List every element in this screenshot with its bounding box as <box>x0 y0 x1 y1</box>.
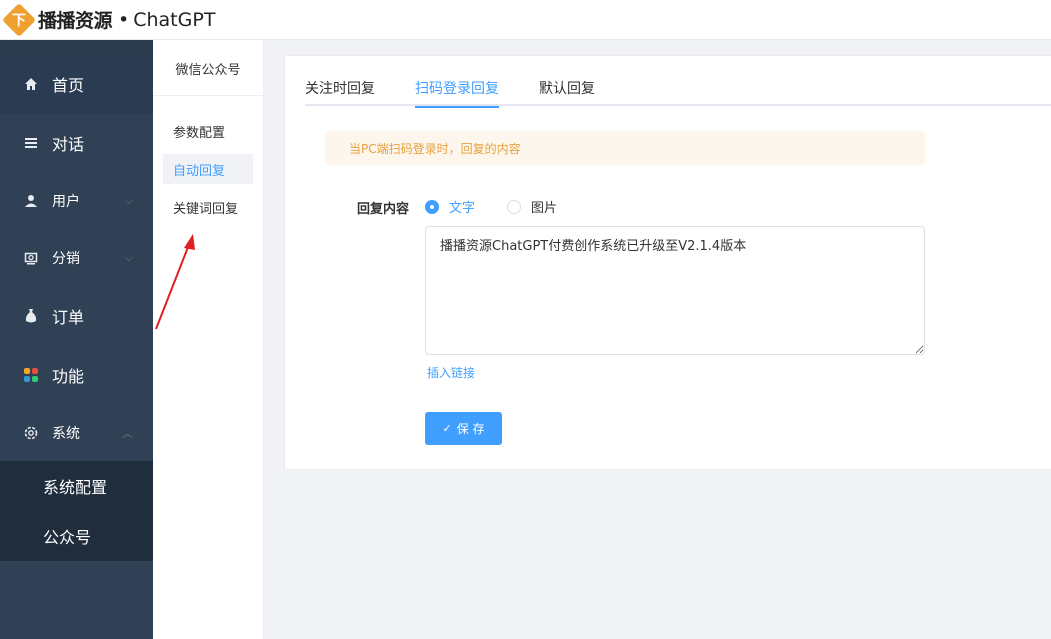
sidebar-item-home[interactable]: 首页 <box>0 54 153 113</box>
sidebar: 首页 对话 用户 ⌵ 分销 ⌵ 订单 功能 系统 ︿ 系统配置 公众号 <box>0 40 153 639</box>
sidebar-item-label: 首页 <box>52 75 85 95</box>
sidebar-item-orders[interactable]: 订单 <box>0 286 153 345</box>
reply-content-label: 回复内容 <box>357 202 410 217</box>
save-button-label: 保 存 <box>456 422 485 436</box>
radio-dot <box>425 199 439 214</box>
secondary-nav-auto-reply[interactable]: 自动回复 <box>163 154 253 184</box>
brand-separator: • <box>118 8 130 31</box>
sidebar-subitem-label: 公众号 <box>43 528 92 547</box>
sidebar-item-features[interactable]: 功能 <box>0 345 153 404</box>
menu-lines-icon <box>22 134 40 152</box>
apps-grid-icon <box>22 366 40 384</box>
sidebar-item-chat[interactable]: 对话 <box>0 113 153 172</box>
sidebar-item-label: 用户 <box>52 193 80 210</box>
radio-text[interactable]: 文字 <box>425 197 475 216</box>
radio-label: 图片 <box>531 201 558 216</box>
secondary-nav-param-config[interactable]: 参数配置 <box>163 116 253 146</box>
chevron-down-icon: ⌵ <box>124 250 133 264</box>
share-box-icon <box>22 249 40 267</box>
user-icon <box>22 192 40 210</box>
sidebar-item-label: 分销 <box>52 250 80 267</box>
logo-icon: 下 <box>2 2 36 37</box>
brand-name: 播播资源 <box>38 10 113 32</box>
radio-label: 文字 <box>449 201 476 216</box>
sidebar-item-distribution[interactable]: 分销 ⌵ <box>0 229 153 286</box>
sidebar-subitem-label: 系统配置 <box>43 478 108 497</box>
top-header: 下 播播资源 • ChatGPT <box>0 0 1051 40</box>
product-name: ChatGPT <box>133 8 216 31</box>
tab-default-reply[interactable]: 默认回复 <box>539 56 595 106</box>
save-button[interactable]: ✓ 保 存 <box>425 412 502 445</box>
sidebar-item-label: 对话 <box>52 134 85 154</box>
tab-follow-reply[interactable]: 关注时回复 <box>305 56 375 106</box>
reply-content-textarea[interactable] <box>425 226 925 355</box>
sidebar-item-label: 系统 <box>52 425 80 442</box>
sidebar-item-label: 订单 <box>52 307 85 327</box>
sidebar-subitem-official-account[interactable]: 公众号 <box>0 511 153 561</box>
money-bag-icon <box>22 307 40 325</box>
content-card: 关注时回复 扫码登录回复 默认回复 当PC端扫码登录时，回复的内容 回复内容 文… <box>284 55 1051 470</box>
check-icon: ✓ <box>442 422 452 435</box>
chevron-down-icon: ⌵ <box>124 193 133 207</box>
secondary-nav-keyword-reply[interactable]: 关键词回复 <box>163 192 253 222</box>
insert-link-button[interactable]: 插入链接 <box>427 364 475 381</box>
home-icon <box>22 75 40 93</box>
radio-image[interactable]: 图片 <box>507 197 557 216</box>
secondary-nav: 微信公众号 参数配置 自动回复 关键词回复 <box>153 40 264 639</box>
sidebar-subitem-system-config[interactable]: 系统配置 <box>0 461 153 511</box>
system-submenu: 系统配置 公众号 <box>0 461 153 561</box>
gear-icon <box>22 424 40 442</box>
sidebar-item-label: 功能 <box>52 366 85 386</box>
secondary-nav-title: 微信公众号 <box>153 40 263 96</box>
sidebar-item-system[interactable]: 系统 ︿ <box>0 404 153 461</box>
chevron-up-icon: ︿ <box>122 426 133 440</box>
radio-dot <box>507 199 521 214</box>
sidebar-item-users[interactable]: 用户 ⌵ <box>0 172 153 229</box>
tab-scan-login-reply[interactable]: 扫码登录回复 <box>415 56 499 108</box>
info-alert: 当PC端扫码登录时，回复的内容 <box>325 131 925 165</box>
reply-tabs: 关注时回复 扫码登录回复 默认回复 <box>305 56 1051 108</box>
annotation-arrow-icon <box>155 234 195 330</box>
